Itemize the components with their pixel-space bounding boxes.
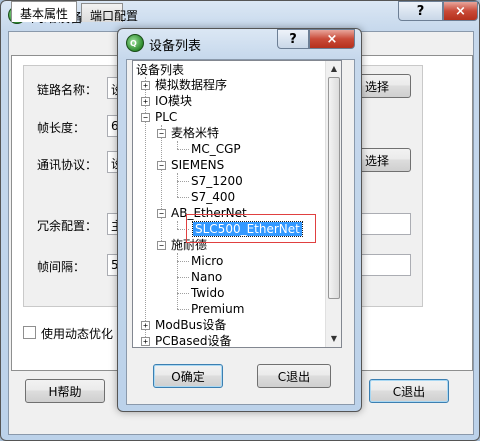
protocol-label: 通讯协议： xyxy=(37,158,98,172)
tree-item-mc-cgp[interactable]: MC_CGP xyxy=(191,141,241,157)
collapse-icon[interactable]: − xyxy=(157,161,166,170)
redundancy-label: 冗余配置： xyxy=(37,219,98,233)
dialog-close-icon[interactable]: × xyxy=(309,29,355,49)
tree-item-pcbased[interactable]: PCBased设备 xyxy=(155,333,231,347)
tree-line xyxy=(177,181,189,182)
tree-item-io[interactable]: IO模块 xyxy=(155,93,192,109)
tree-item-analog[interactable]: 模拟数据程序 xyxy=(155,77,227,93)
tree-scrollbar[interactable]: ▲ ▼ xyxy=(325,61,341,347)
dialog-help-icon[interactable]: ? xyxy=(277,29,309,49)
scroll-thumb[interactable] xyxy=(328,77,340,299)
scroll-down-icon[interactable]: ▼ xyxy=(326,331,341,347)
scroll-up-icon[interactable]: ▲ xyxy=(326,61,341,77)
tree-item-plc[interactable]: PLC xyxy=(155,109,177,125)
collapse-icon[interactable]: − xyxy=(157,241,166,250)
expand-icon[interactable]: + xyxy=(141,81,150,90)
collapse-icon[interactable]: − xyxy=(157,209,166,218)
device-tree[interactable]: 设备列表 + 模拟数据程序 + IO模块 − PLC − 麦格米特 MC_CGP… xyxy=(132,60,342,348)
tree-line xyxy=(177,149,189,150)
expand-icon[interactable]: + xyxy=(141,337,150,346)
tree-item-s7-1200[interactable]: S7_1200 xyxy=(191,173,243,189)
tree-line xyxy=(161,125,162,243)
dialog-title: 设备列表 xyxy=(149,39,202,54)
tab-basic-properties[interactable]: 基本属性 xyxy=(11,1,78,22)
tree-item-nano[interactable]: Nano xyxy=(191,269,222,285)
link-name-label: 链路名称： xyxy=(37,83,98,97)
tree-line xyxy=(177,141,178,149)
highlight-box xyxy=(186,214,316,243)
frame-interval-label: 帧间隔： xyxy=(37,260,86,274)
tree-item-premium[interactable]: Premium xyxy=(191,301,244,317)
expand-icon[interactable]: + xyxy=(141,321,150,330)
ok-button[interactable]: O确定 xyxy=(153,364,223,388)
tree-root[interactable]: 设备列表 xyxy=(136,62,184,78)
dialog-app-icon: Q xyxy=(126,34,144,52)
help-icon[interactable]: ? xyxy=(398,1,443,21)
tree-line xyxy=(177,221,178,229)
expand-icon[interactable]: + xyxy=(141,97,150,106)
tree-line xyxy=(177,293,189,294)
tree-item-siemens[interactable]: SIEMENS xyxy=(171,157,224,173)
tree-line xyxy=(177,309,189,310)
collapse-icon[interactable]: − xyxy=(157,129,166,138)
tab-port-config[interactable]: 端口配置 xyxy=(81,3,138,23)
tree-item-micro[interactable]: Micro xyxy=(191,253,223,269)
collapse-icon[interactable]: − xyxy=(141,113,150,122)
tree-line xyxy=(177,173,178,197)
help-button[interactable]: H帮助 xyxy=(25,379,105,403)
frame-length-label: 帧长度： xyxy=(37,121,86,135)
exit-button[interactable]: C退出 xyxy=(369,379,449,403)
dynamic-opt-checkbox[interactable] xyxy=(23,326,36,339)
dialog-titlebar[interactable]: Q 设备列表 ? × xyxy=(118,29,361,57)
close-icon[interactable]: × xyxy=(443,1,478,21)
dynamic-opt-label: 使用动态优化 xyxy=(41,327,114,341)
tree-item-modbus[interactable]: ModBus设备 xyxy=(155,317,226,333)
tree-item-s7-400[interactable]: S7_400 xyxy=(191,189,235,205)
tree-item-mgmt[interactable]: 麦格米特 xyxy=(171,125,219,141)
tree-line xyxy=(177,261,189,262)
tree-line xyxy=(177,277,189,278)
tree-item-twido[interactable]: Twido xyxy=(191,285,224,301)
cancel-button[interactable]: C退出 xyxy=(257,364,331,388)
tree-line xyxy=(177,197,189,198)
